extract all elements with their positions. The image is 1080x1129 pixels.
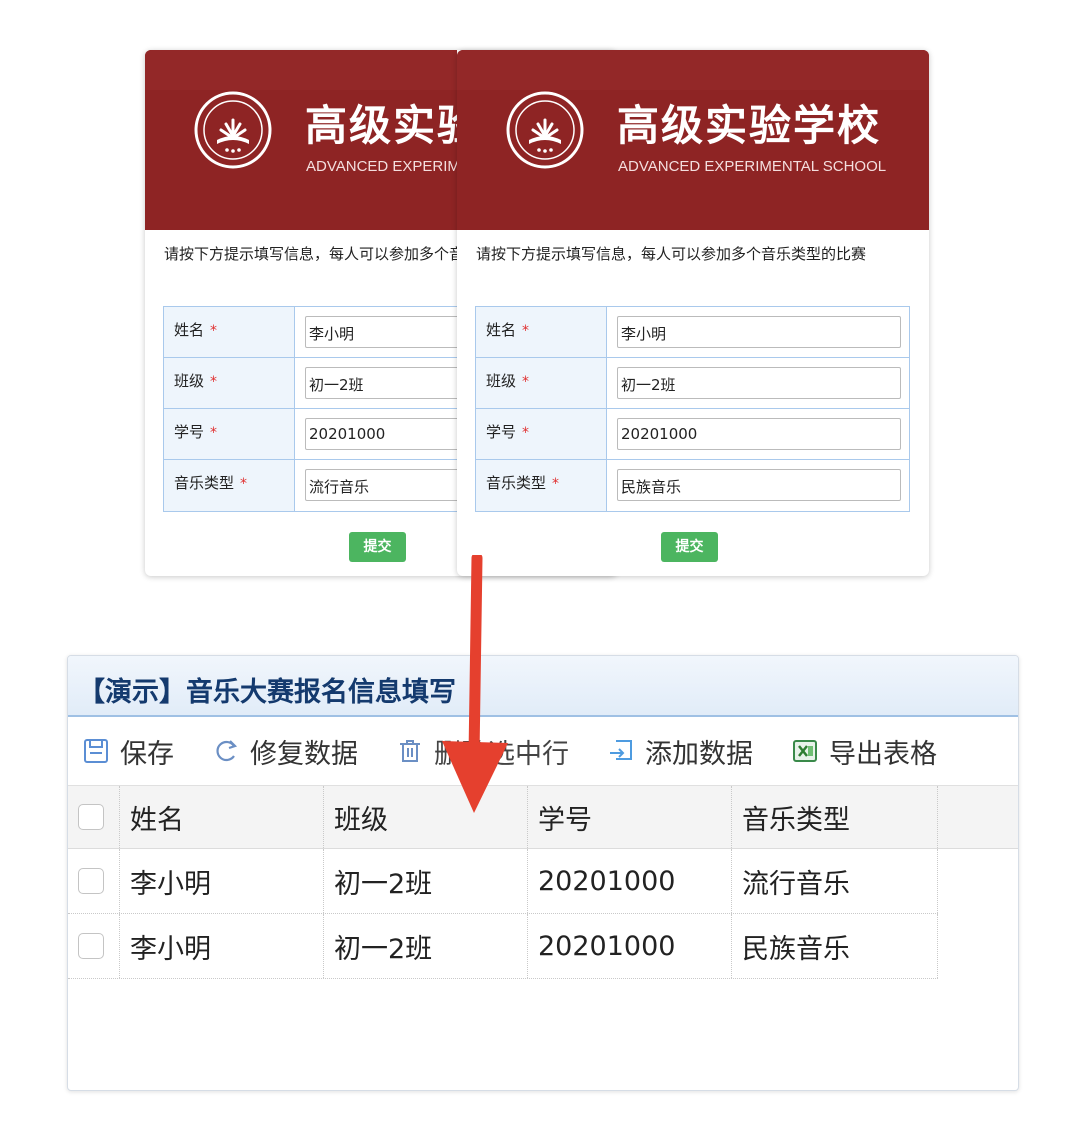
school-name-en: ADVANCED EXPERIMENTAL SCHOOL: [618, 158, 887, 175]
field-label: 班级: [486, 372, 517, 390]
table-row[interactable]: 李小明 初一2班 20201000 流行音乐: [68, 849, 938, 914]
field-label: 学号: [486, 423, 517, 441]
save-label: 保存: [120, 738, 174, 770]
student-id-input[interactable]: 20201000: [305, 418, 457, 450]
refresh-icon: [212, 737, 240, 765]
export-table-button[interactable]: 导出表格: [791, 732, 937, 771]
required-mark: *: [552, 476, 560, 492]
repair-data-button[interactable]: 修复数据: [212, 732, 358, 771]
form-row-student-id: 学号 * 20201000: [476, 409, 909, 460]
field-label: 班级: [174, 372, 205, 390]
data-grid-panel: 【演示】音乐大赛报名信息填写 保存 修复数据 删除选中行 添加数据: [67, 655, 1019, 1091]
table-cell[interactable]: 流行音乐: [732, 849, 938, 913]
field-label: 音乐类型: [486, 474, 547, 492]
student-id-input[interactable]: 20201000: [617, 418, 901, 450]
required-mark: *: [522, 425, 530, 441]
table-cell[interactable]: 李小明: [120, 849, 324, 913]
add-data-button[interactable]: 添加数据: [607, 732, 753, 771]
grid-toolbar: 保存 修复数据 删除选中行 添加数据 导出表格: [68, 717, 1018, 785]
select-all-checkbox[interactable]: [78, 804, 104, 830]
required-mark: *: [210, 374, 218, 390]
form-row-class: 班级 * 初一2班: [164, 358, 457, 409]
name-input[interactable]: 李小明: [305, 316, 457, 348]
row-checkbox[interactable]: [78, 933, 104, 959]
table-cell[interactable]: 20201000: [528, 914, 732, 978]
name-input[interactable]: 李小明: [617, 316, 901, 348]
column-header[interactable]: 姓名: [120, 786, 324, 848]
school-name-cn: 高级实验学校: [617, 101, 882, 150]
add-row-icon: [607, 737, 635, 765]
field-label: 姓名: [486, 321, 517, 339]
form-row-name: 姓名 * 李小明: [164, 307, 457, 358]
field-label: 学号: [174, 423, 205, 441]
form-row-class: 班级 * 初一2班: [476, 358, 909, 409]
save-icon: [82, 737, 110, 765]
required-mark: *: [522, 323, 530, 339]
table-cell[interactable]: 初一2班: [324, 914, 528, 978]
music-type-input[interactable]: 流行音乐: [305, 469, 457, 501]
table-cell[interactable]: 李小明: [120, 914, 324, 978]
form-instruction: 请按下方提示填写信息，每人可以参加多个音乐类型的比赛: [164, 245, 457, 263]
form-row-student-id: 学号 * 20201000: [164, 409, 457, 460]
school-header: 高级实验学校 ADVANCED EXPERIMENTAL SCHOOL: [457, 50, 929, 230]
row-checkbox[interactable]: [78, 868, 104, 894]
class-input[interactable]: 初一2班: [617, 367, 901, 399]
music-type-input[interactable]: 民族音乐: [617, 469, 901, 501]
trash-icon: [396, 737, 424, 765]
table-row[interactable]: 李小明 初一2班 20201000 民族音乐: [68, 914, 938, 979]
save-button[interactable]: 保存: [82, 732, 174, 771]
column-header[interactable]: 音乐类型: [732, 786, 938, 848]
export-label: 导出表格: [829, 738, 937, 770]
field-label: 音乐类型: [174, 474, 235, 492]
grid-title: 【演示】音乐大赛报名信息填写: [68, 656, 1018, 717]
form-row-name: 姓名 * 李小明: [476, 307, 909, 358]
required-mark: *: [210, 323, 218, 339]
form-card-front: 高级实验学校 ADVANCED EXPERIMENTAL SCHOOL 请按下方…: [457, 50, 929, 576]
form-instruction: 请按下方提示填写信息，每人可以参加多个音乐类型的比赛: [476, 245, 867, 263]
field-label: 姓名: [174, 321, 205, 339]
class-input[interactable]: 初一2班: [305, 367, 457, 399]
table-cell[interactable]: 初一2班: [324, 849, 528, 913]
school-logo: [505, 90, 585, 170]
required-mark: *: [240, 476, 248, 492]
table-cell[interactable]: 民族音乐: [732, 914, 938, 978]
table-cell[interactable]: 20201000: [528, 849, 732, 913]
excel-icon: [791, 737, 819, 765]
repair-label: 修复数据: [250, 738, 358, 770]
form-table: 姓名 * 李小明 班级 * 初一2班 学号 * 20201000 音乐类型 * 流行音乐: [163, 306, 457, 512]
submit-button[interactable]: 提交: [349, 532, 406, 562]
form-row-music-type: 音乐类型 * 民族音乐: [476, 460, 909, 511]
required-mark: *: [522, 374, 530, 390]
submit-button[interactable]: 提交: [661, 532, 718, 562]
down-arrow-icon: [442, 555, 508, 813]
form-table: 姓名 * 李小明 班级 * 初一2班 学号 * 20201000 音乐类型 * 民族音乐: [475, 306, 910, 512]
column-header[interactable]: 学号: [528, 786, 732, 848]
add-label: 添加数据: [645, 738, 753, 770]
form-row-music-type: 音乐类型 * 流行音乐: [164, 460, 457, 511]
required-mark: *: [210, 425, 218, 441]
